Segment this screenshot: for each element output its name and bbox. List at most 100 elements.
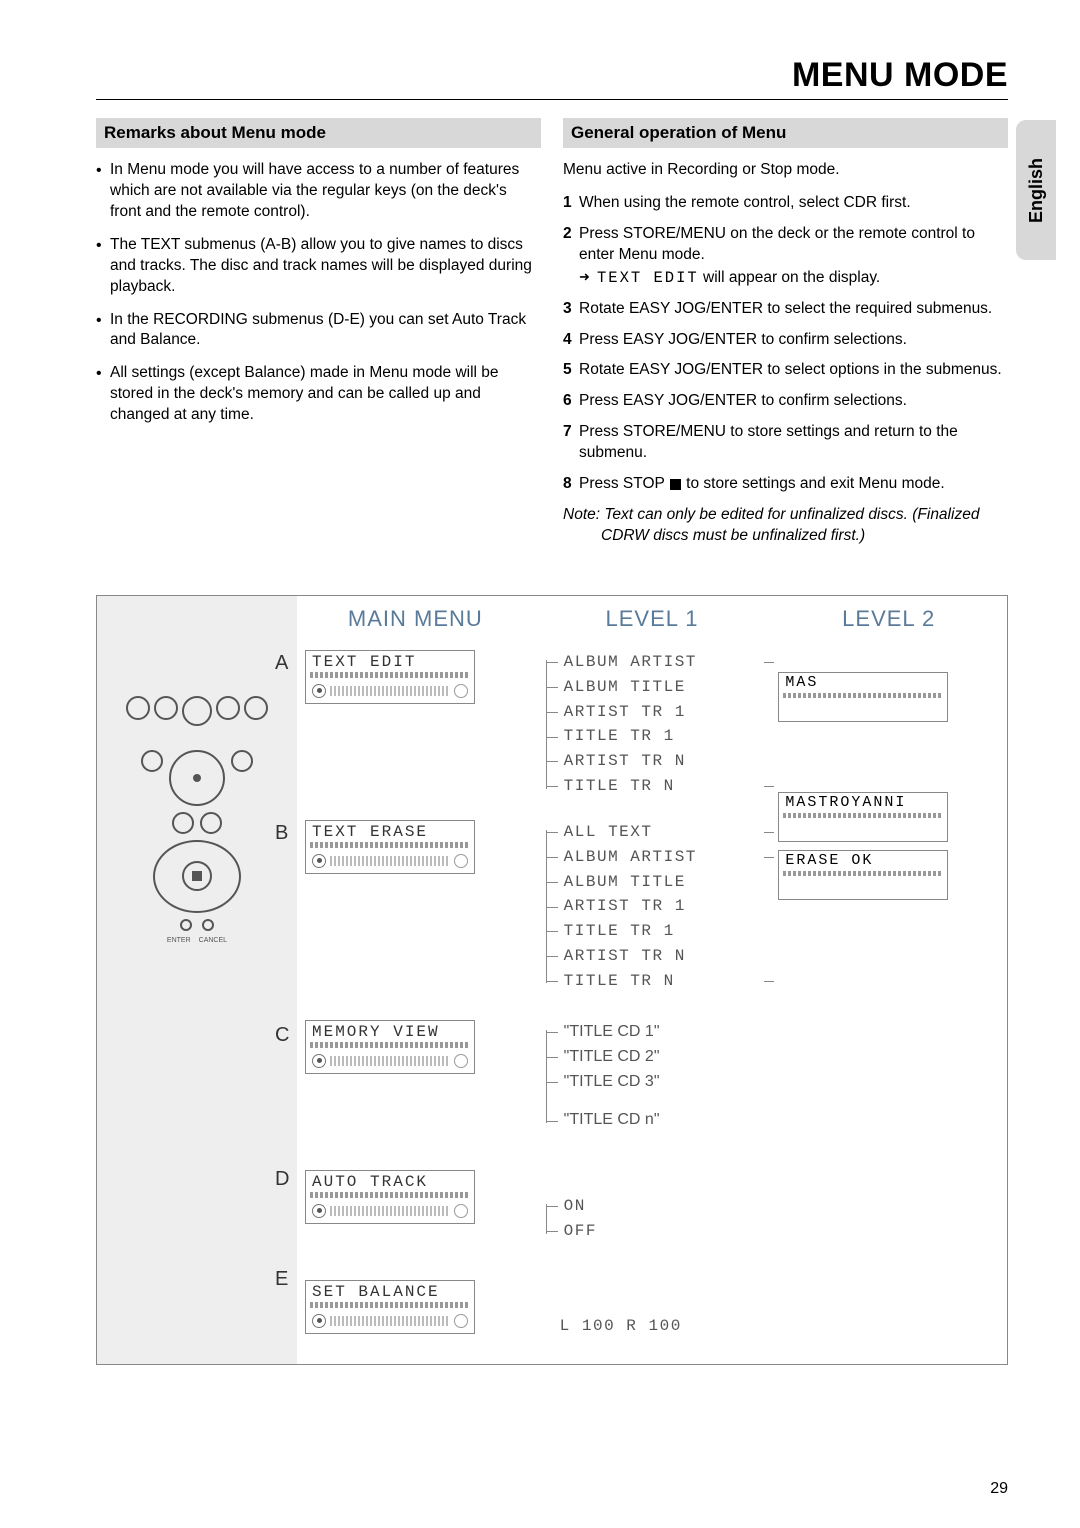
display-panel: AUTO TRACK: [305, 1170, 475, 1224]
disc-icon: [312, 854, 326, 868]
menu-option: ON: [560, 1194, 763, 1219]
step-item: 4Press EASY JOG/ENTER to confirm selecti…: [563, 330, 1008, 351]
column-title: LEVEL 2: [778, 606, 999, 632]
intro-text: Menu active in Recording or Stop mode.: [563, 160, 1008, 181]
step-number: 2: [563, 224, 572, 245]
menu-tree-diagram: ENTERCANCEL MAIN MENU A TEXT EDIT B: [96, 595, 1008, 1365]
remarks-list: In Menu mode you will have access to a n…: [96, 160, 541, 426]
step-number: 8: [563, 474, 572, 495]
menu-option: "TITLE CD 3": [560, 1070, 763, 1095]
step-number: 4: [563, 330, 572, 351]
remote-label: ENTER: [167, 937, 191, 944]
remote-illustration-panel: ENTER CANCEL: [97, 596, 297, 1364]
note-line: Note: Text can only be edited for unfina…: [563, 506, 979, 523]
step-number: 7: [563, 422, 572, 443]
display-text: MASTROYANNI: [779, 793, 947, 812]
disc-icon: [312, 1314, 326, 1328]
level2-column: LEVEL 2 MAS MASTROYANNI ERAS: [770, 596, 1007, 1364]
menu-option: TITLE TR N: [560, 969, 763, 994]
menu-option: TITLE TR 1: [560, 724, 763, 749]
column-title: MAIN MENU: [305, 606, 526, 632]
row-label: E: [275, 1268, 288, 1291]
disc-icon: [312, 1054, 326, 1068]
main-menu-column: MAIN MENU A TEXT EDIT B TEXT ERASE: [297, 596, 534, 1364]
remote-play-ring-icon: [169, 750, 225, 806]
step-item: 6Press EASY JOG/ENTER to confirm selecti…: [563, 391, 1008, 412]
remote-stop-icon: [182, 861, 212, 891]
level1-options: ON OFF: [542, 1194, 763, 1244]
stop-icon: [670, 479, 681, 490]
dial-icon: [454, 1314, 468, 1328]
level2-block: MAS: [778, 672, 999, 722]
menu-option: TITLE TR N: [560, 774, 763, 799]
remarks-item: The TEXT submenus (A-B) allow you to giv…: [96, 235, 541, 298]
step-number: 6: [563, 391, 572, 412]
row-label: D: [275, 1168, 289, 1191]
step-item: 7Press STORE/MENU to store settings and …: [563, 422, 1008, 464]
step-result: TEXT EDIT will appear on the display.: [579, 268, 1008, 289]
page-header: MENU MODE: [96, 56, 1008, 100]
menu-option: ARTIST TR 1: [560, 894, 763, 919]
step-item: 8Press STOP to store settings and exit M…: [563, 474, 1008, 495]
display-panel: TEXT EDIT: [305, 650, 475, 704]
display-text: TEXT ERASE: [306, 823, 474, 841]
note-line: CDRW discs must be unfinalized first.): [563, 526, 1008, 547]
level1-options: L 100 R 100: [542, 1314, 763, 1339]
level1-column: LEVEL 1 ALBUM ARTIST ALBUM TITLE ARTIST …: [534, 596, 771, 1364]
note-text: Note: Text can only be edited for unfina…: [563, 505, 1008, 547]
display-panel: MEMORY VIEW: [305, 1020, 475, 1074]
disc-icon: [312, 1204, 326, 1218]
remote-button-icon: [172, 812, 194, 834]
display-text: AUTO TRACK: [306, 1173, 474, 1191]
remote-jog-ring-icon: [153, 840, 241, 913]
display-text: MEMORY VIEW: [306, 1023, 474, 1041]
disc-icon: [312, 684, 326, 698]
menu-option: ALBUM TITLE: [560, 870, 763, 895]
step-item: 2Press STORE/MENU on the deck or the rem…: [563, 224, 1008, 289]
general-operation-heading: General operation of Menu: [563, 118, 1008, 148]
remarks-item: All settings (except Balance) made in Me…: [96, 363, 541, 426]
step-item: 3Rotate EASY JOG/ENTER to select the req…: [563, 299, 1008, 320]
level1-options: ALBUM ARTIST ALBUM TITLE ARTIST TR 1 TIT…: [542, 650, 763, 799]
display-text: ERASE OK: [779, 851, 947, 870]
display-text: TEXT EDIT: [306, 653, 474, 671]
menu-option: OFF: [560, 1219, 763, 1244]
level1-options: ALL TEXT ALBUM ARTIST ALBUM TITLE ARTIST…: [542, 820, 763, 994]
dial-icon: [454, 684, 468, 698]
remote-button-icon: [231, 750, 253, 772]
step-number: 1: [563, 193, 572, 214]
remote-label: CANCEL: [199, 937, 227, 944]
step-text: When using the remote control, select CD…: [579, 194, 911, 211]
menu-option: "TITLE CD n": [560, 1108, 763, 1133]
remote-button-icon: [200, 812, 222, 834]
deck-controls-illustration: [103, 606, 291, 726]
page-title: MENU MODE: [96, 56, 1008, 95]
display-text: TEXT EDIT: [597, 269, 699, 287]
menu-option: ALBUM TITLE: [560, 675, 763, 700]
menu-option: "TITLE CD 1": [560, 1020, 763, 1045]
dial-icon: [454, 854, 468, 868]
display-panel: ERASE OK: [778, 850, 948, 900]
menu-option: ARTIST TR 1: [560, 700, 763, 725]
menu-option: L 100 R 100: [560, 1314, 763, 1339]
step-text: to store settings and exit Menu mode.: [682, 475, 945, 492]
step-number: 5: [563, 360, 572, 381]
remarks-heading: Remarks about Menu mode: [96, 118, 541, 148]
language-label: English: [1026, 157, 1047, 222]
steps-list: 1 When using the remote control, select C…: [563, 193, 1008, 495]
remarks-item: In the RECORDING submenus (D-E) you can …: [96, 310, 541, 352]
page-number: 29: [990, 1480, 1008, 1498]
menu-option: ALBUM ARTIST: [560, 650, 763, 675]
step-item: 5Rotate EASY JOG/ENTER to select options…: [563, 360, 1008, 381]
knob-icon: [244, 696, 268, 720]
step-result-tail: will appear on the display.: [699, 269, 881, 286]
display-text: MAS: [779, 673, 947, 692]
easy-jog-knob-icon: [182, 696, 212, 726]
remote-button-icon: [202, 919, 214, 931]
dial-icon: [454, 1054, 468, 1068]
menu-option: ARTIST TR N: [560, 749, 763, 774]
display-panel: MASTROYANNI: [778, 792, 948, 842]
column-title: LEVEL 1: [542, 606, 763, 632]
menu-option: TITLE TR 1: [560, 919, 763, 944]
remote-button-icon: [141, 750, 163, 772]
